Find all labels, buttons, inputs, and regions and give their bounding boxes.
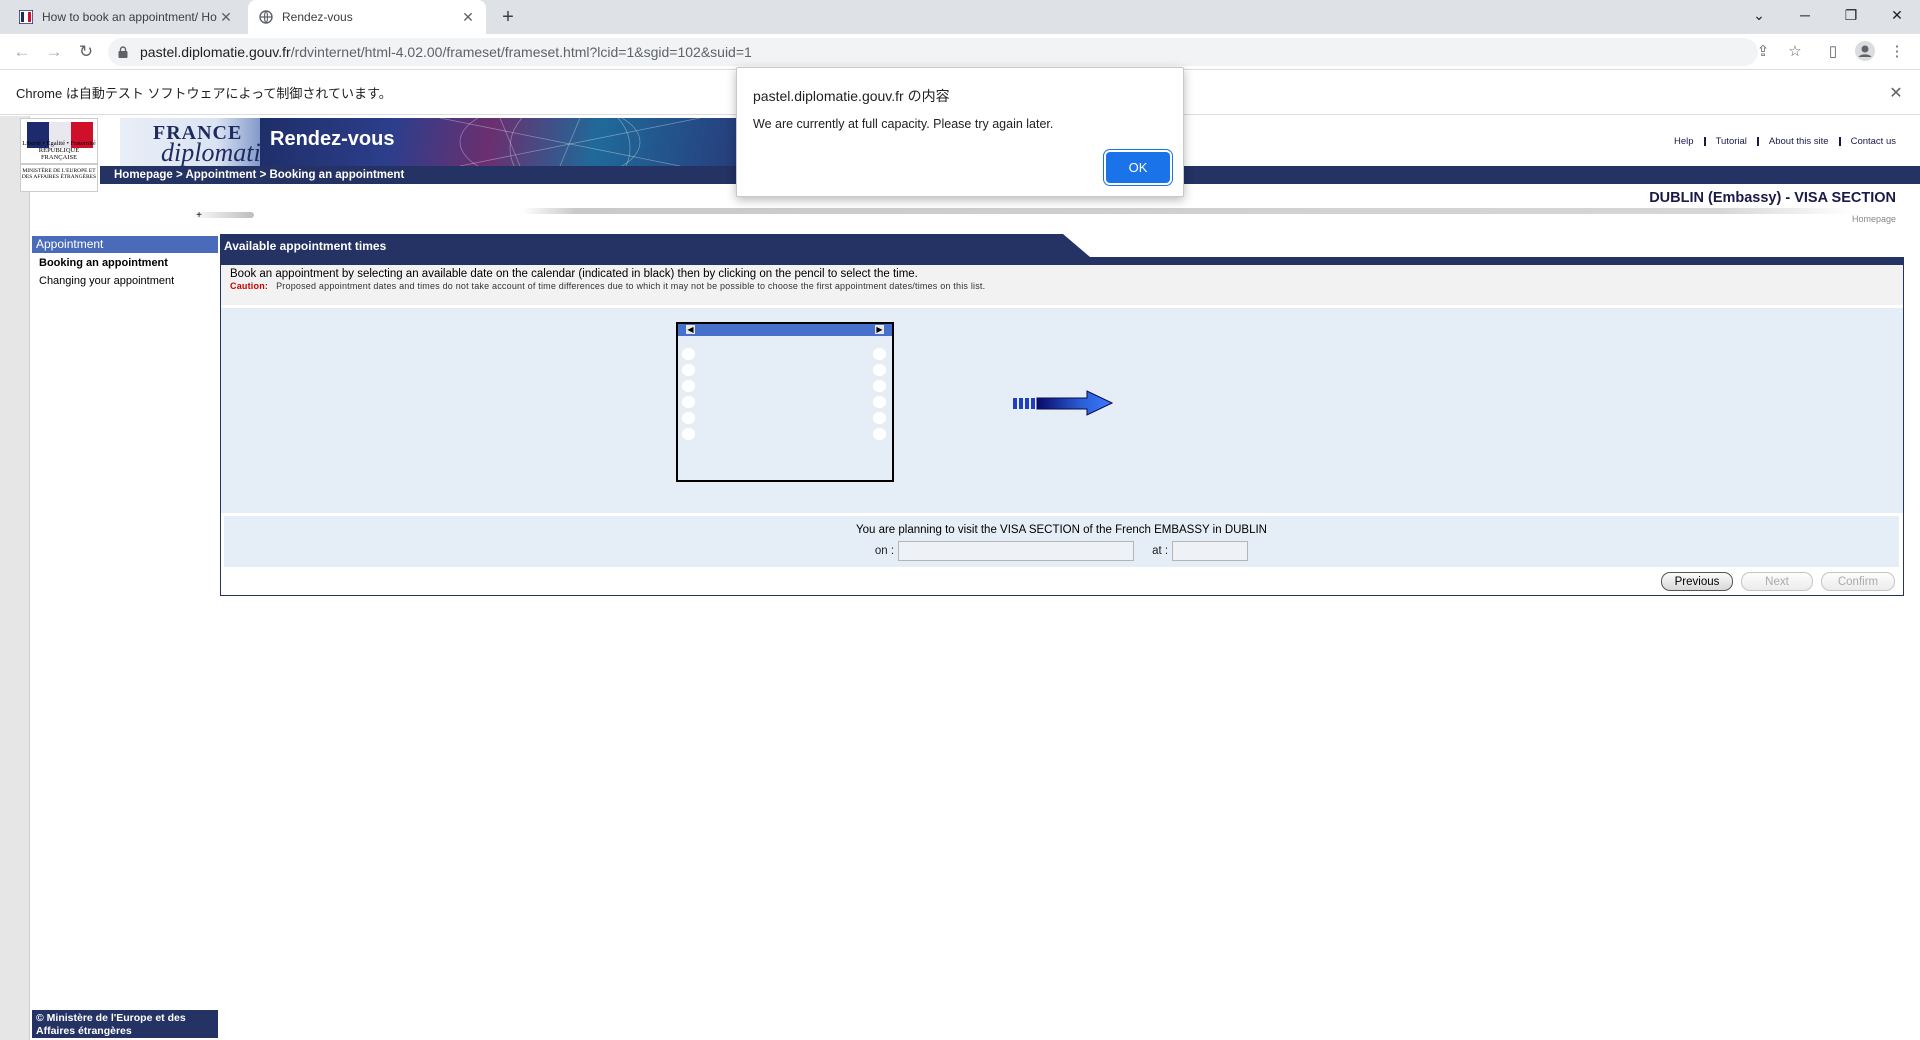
- logo-diplomatie-text: diplomatie: [161, 138, 273, 167]
- reload-icon[interactable]: ↻: [74, 40, 98, 64]
- rendez-vous-banner: Rendez-vous: [260, 118, 738, 166]
- time-field[interactable]: [1172, 541, 1249, 561]
- french-flag-favicon-icon: [18, 9, 34, 25]
- decorative-swoosh: [522, 208, 1852, 214]
- close-tab-icon[interactable]: ✕: [218, 9, 234, 25]
- confirm-button[interactable]: Confirm: [1821, 572, 1895, 591]
- calendar-ring: [873, 348, 886, 360]
- page-content: Liberté • Égalité • Fraternité RÉPUBLIQUE…: [0, 67, 1920, 1040]
- about-link[interactable]: About this site: [1769, 136, 1829, 147]
- address-bar[interactable]: pastel.diplomatie.gouv.fr/rdvinternet/ht…: [108, 38, 1758, 66]
- left-frame-strip: [0, 116, 30, 1040]
- at-label: at :: [1152, 545, 1169, 557]
- top-links: Help Tutorial About this site Contact us: [1674, 136, 1896, 147]
- visit-text: You are planning to visit the VISA SECTI…: [855, 524, 1267, 536]
- lock-icon: [118, 45, 130, 59]
- globe-icon: [258, 9, 274, 25]
- site-title: Rendez-vous: [270, 128, 395, 150]
- tab-title: How to book an appointment/ Ho: [42, 10, 217, 24]
- restore-icon[interactable]: ❐: [1828, 0, 1874, 30]
- close-infobar-icon[interactable]: ✕: [1886, 83, 1906, 103]
- link-separator: [1703, 137, 1706, 146]
- menu-item-changing[interactable]: Changing your appointment: [32, 271, 218, 289]
- caution-line: Caution: Proposed appointment dates and t…: [230, 281, 1894, 291]
- panel-tab: Available appointment times: [220, 234, 1090, 257]
- alert-dialog: pastel.diplomatie.gouv.fr の内容 We are cur…: [736, 67, 1184, 197]
- instructions: Book an appointment by selecting an avai…: [221, 265, 1903, 305]
- menu-item-booking[interactable]: Booking an appointment: [32, 253, 218, 271]
- tab-rendez-vous[interactable]: Rendez-vous ✕: [248, 0, 486, 34]
- forward-icon[interactable]: →: [42, 40, 66, 64]
- republique-francaise-text: Liberté • Égalité • Fraternité RÉPUBLIQUE…: [22, 139, 96, 161]
- link-separator: [1756, 137, 1759, 146]
- calendar-ring: [873, 412, 886, 424]
- panel-title: Available appointment times: [224, 239, 387, 253]
- calendar-ring: [682, 396, 695, 408]
- dialog-title: pastel.diplomatie.gouv.fr の内容: [753, 88, 950, 104]
- tab-search-icon[interactable]: ⌄: [1736, 0, 1782, 30]
- right-arrow-icon: [1013, 390, 1113, 416]
- visit-fields: on : at :: [224, 541, 1899, 561]
- share-icon[interactable]: ⇪: [1752, 40, 1774, 62]
- ok-button[interactable]: OK: [1106, 152, 1170, 183]
- republique-logo: Liberté • Égalité • Fraternité RÉPUBLIQUE…: [20, 118, 98, 164]
- calendar-area: ◀ ▶: [221, 308, 1903, 513]
- close-window-icon[interactable]: ✕: [1874, 0, 1920, 30]
- menu-heading: Appointment: [32, 236, 218, 253]
- next-month-icon[interactable]: ▶: [875, 325, 884, 334]
- appointment-panel: Book an appointment by selecting an avai…: [220, 257, 1904, 596]
- left-menu: Appointment Booking an appointment Chang…: [32, 236, 218, 289]
- profile-avatar-icon[interactable]: [1854, 40, 1876, 62]
- help-link[interactable]: Help: [1674, 136, 1694, 147]
- tab-strip: How to book an appointment/ Ho ✕ Rendez-…: [0, 0, 1920, 34]
- bookmark-star-icon[interactable]: ☆: [1784, 40, 1806, 62]
- france-diplomatie-logo[interactable]: FRANCE diplomatie: [120, 118, 280, 167]
- browser-toolbar: ← → ↻ pastel.diplomatie.gouv.fr/rdvinter…: [0, 34, 1920, 70]
- visit-summary: You are planning to visit the VISA SECTI…: [224, 516, 1899, 567]
- close-tab-icon[interactable]: ✕: [460, 9, 476, 25]
- ministry-logo: MINISTÈRE DE L'EUROPE ET DES AFFAIRES ÉT…: [20, 164, 98, 192]
- caution-text: Proposed appointment dates and times do …: [276, 281, 986, 291]
- calendar-header: ◀ ▶: [678, 324, 892, 336]
- tab-how-to-book[interactable]: How to book an appointment/ Ho ✕: [8, 0, 244, 34]
- url-path: /rdvinternet/html-4.02.00/frameset/frame…: [290, 44, 752, 60]
- dialog-message: We are currently at full capacity. Pleas…: [753, 117, 1054, 131]
- url-domain: pastel.diplomatie.gouv.fr: [140, 44, 291, 60]
- url-text: pastel.diplomatie.gouv.fr/rdvinternet/ht…: [140, 44, 752, 60]
- calendar-ring: [682, 364, 695, 376]
- side-panel-icon[interactable]: ▯: [1822, 40, 1844, 62]
- new-tab-icon[interactable]: +: [496, 5, 520, 29]
- calendar-ring: [682, 348, 695, 360]
- calendar-ring: [873, 380, 886, 392]
- calendar-ring: [682, 380, 695, 392]
- calendar-ring: [873, 396, 886, 408]
- tab-title: Rendez-vous: [282, 10, 353, 24]
- date-field[interactable]: [898, 541, 1135, 561]
- expand-plus-icon[interactable]: +: [192, 210, 206, 222]
- homepage-link[interactable]: Homepage: [1852, 214, 1896, 224]
- wizard-buttons: Previous Next Confirm: [1661, 572, 1895, 591]
- prev-month-icon[interactable]: ◀: [686, 325, 695, 334]
- back-icon[interactable]: ←: [10, 40, 34, 64]
- calendar: ◀ ▶: [676, 322, 894, 482]
- caution-label: Caution:: [230, 281, 269, 291]
- embassy-title: DUBLIN (Embassy) - VISA SECTION: [1649, 190, 1896, 206]
- calendar-ring: [682, 412, 695, 424]
- menu-kebab-icon[interactable]: ⋮: [1886, 40, 1908, 62]
- minimize-icon[interactable]: ─: [1782, 0, 1828, 30]
- automation-notice: Chrome は自動テスト ソフトウェアによって制御されています。: [16, 86, 392, 101]
- link-separator: [1838, 137, 1841, 146]
- calendar-ring: [873, 428, 886, 440]
- next-button[interactable]: Next: [1741, 572, 1813, 591]
- calendar-ring: [873, 364, 886, 376]
- tutorial-link[interactable]: Tutorial: [1716, 136, 1747, 147]
- previous-button[interactable]: Previous: [1661, 572, 1733, 591]
- on-label: on :: [874, 545, 895, 557]
- calendar-ring: [682, 428, 695, 440]
- contact-link[interactable]: Contact us: [1851, 136, 1896, 147]
- copyright-footer: © Ministère de l'Europe et des Affaires …: [32, 1010, 218, 1038]
- instruction-text: Book an appointment by selecting an avai…: [230, 268, 918, 280]
